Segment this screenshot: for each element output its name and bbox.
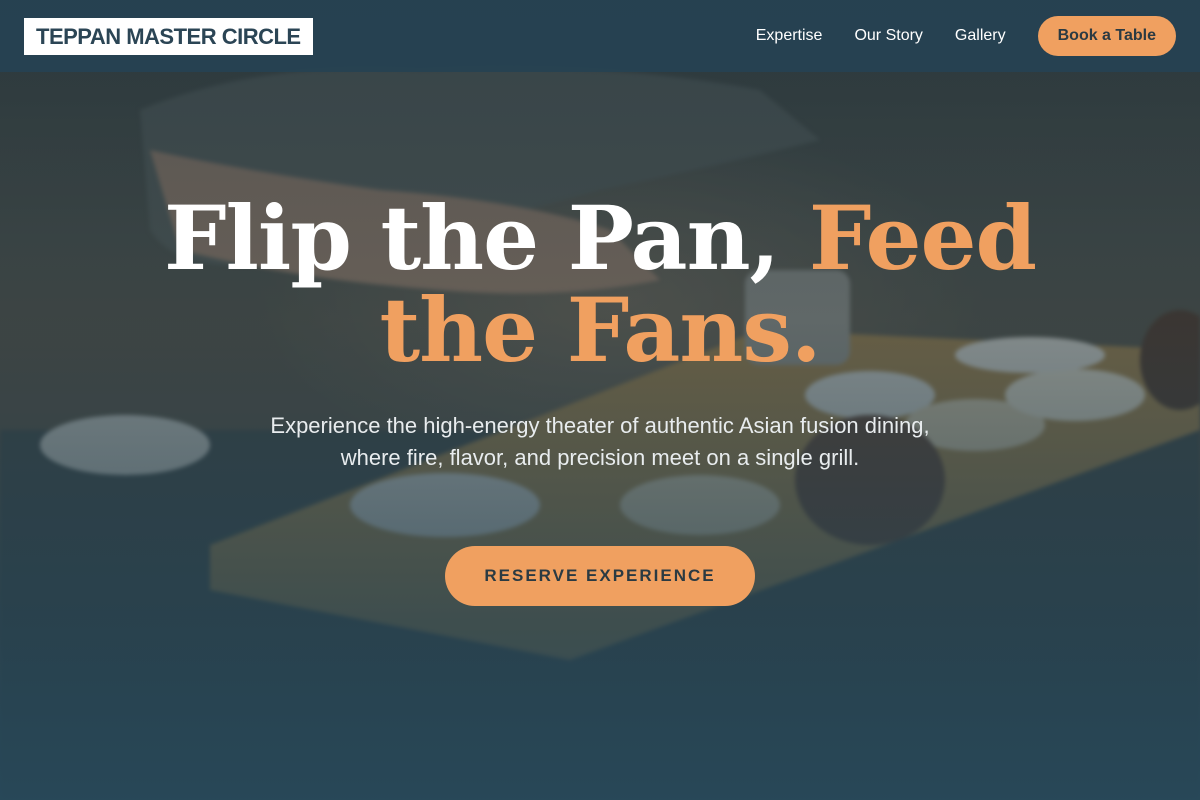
hero-subtext: Experience the high-energy theater of au… xyxy=(270,413,930,470)
nav-link-our-story[interactable]: Our Story xyxy=(854,27,922,45)
book-table-button[interactable]: Book a Table xyxy=(1037,16,1176,56)
headline-white-part: Flip the Pan, xyxy=(163,186,809,290)
nav-link-gallery[interactable]: Gallery xyxy=(955,27,1006,45)
reserve-experience-button[interactable]: RESERVE EXPERIENCE xyxy=(445,546,755,606)
nav-link-expertise[interactable]: Expertise xyxy=(756,27,823,45)
main-nav: Expertise Our Story Gallery Book a Table xyxy=(756,16,1176,56)
hero-headline: Flip the Pan, Feed the Fans. xyxy=(150,192,1050,376)
site-header: TEPPAN MASTER CIRCLE Expertise Our Story… xyxy=(0,0,1200,72)
hero-content: Flip the Pan, Feed the Fans. Experience … xyxy=(0,0,1200,800)
site-logo[interactable]: TEPPAN MASTER CIRCLE xyxy=(24,17,313,55)
